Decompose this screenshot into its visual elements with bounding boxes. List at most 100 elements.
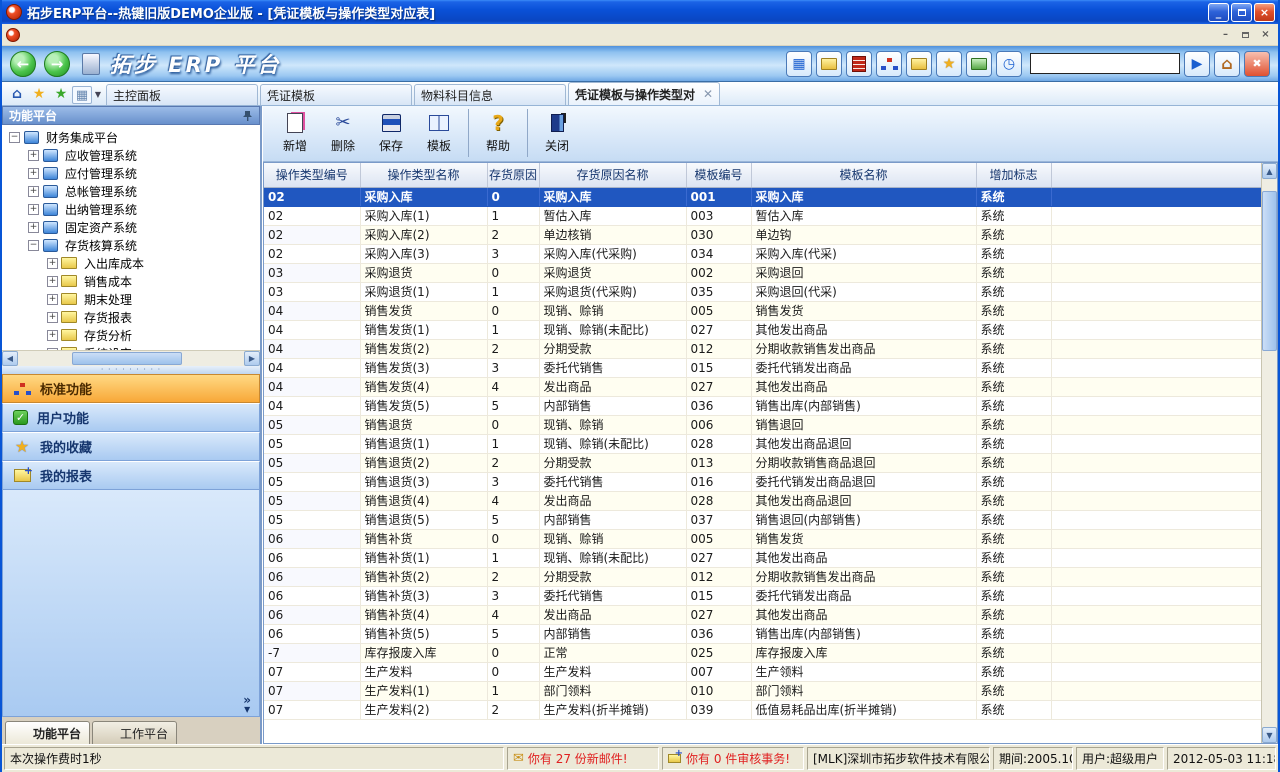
tree-item[interactable]: 销售成本 [2, 272, 244, 290]
toolbar-button[interactable]: 新增 [271, 109, 319, 157]
scroll-thumb[interactable] [72, 352, 182, 365]
nav-action-button[interactable] [1184, 51, 1210, 77]
column-header[interactable]: 操作类型名称 [360, 163, 487, 187]
nav-icon-button[interactable] [816, 51, 842, 77]
grid-row[interactable]: 05 销售退货 0 现销、赊销 006 销售退回 系统 [264, 415, 1261, 434]
grid-row[interactable]: 04 销售发货(1) 1 现销、赊销(未配比) 027 其他发出商品 系统 [264, 320, 1261, 339]
tree-expander-icon[interactable] [28, 222, 39, 233]
back-button[interactable]: ← [10, 51, 36, 77]
mdi-minimize-button[interactable]: – [1217, 27, 1234, 42]
tree-expander-icon[interactable] [47, 312, 58, 323]
nav-icon-button[interactable] [996, 51, 1022, 77]
toolbar-button[interactable]: 删除 [319, 109, 367, 157]
sidebar-group-button[interactable]: 用户功能 [2, 403, 260, 432]
sidebar-group-button[interactable]: 我的报表 [2, 461, 260, 490]
grid-row[interactable]: 06 销售补货(3) 3 委托代销售 015 委托代销发出商品 系统 [264, 586, 1261, 605]
grid-row[interactable]: 03 采购退货(1) 1 采购退货(代采购) 035 采购退回(代采) 系统 [264, 282, 1261, 301]
grid-row[interactable]: 07 生产发料(2) 2 生产发料(折半摊销) 039 低值易耗品出库(折半摊销… [264, 700, 1261, 719]
grid-row[interactable]: 06 销售补货(5) 5 内部销售 036 销售出库(内部销售) 系统 [264, 624, 1261, 643]
menu-item[interactable] [79, 33, 97, 37]
toolbar-button[interactable]: 模板 [415, 109, 463, 157]
column-header[interactable]: 模板编号 [686, 163, 751, 187]
sidebar-bottom-tab[interactable]: 工作平台 [92, 721, 177, 744]
grid-row[interactable]: 05 销售退货(4) 4 发出商品 028 其他发出商品退回 系统 [264, 491, 1261, 510]
grid-row[interactable]: 04 销售发货(2) 2 分期受款 012 分期收款销售发出商品 系统 [264, 339, 1261, 358]
scroll-left-arrow[interactable]: ◀ [2, 351, 18, 366]
toolbar-button[interactable]: 保存 [367, 109, 415, 157]
tree-expander-icon[interactable] [47, 258, 58, 269]
tree-expander-icon[interactable] [28, 186, 39, 197]
grid-row[interactable]: 02 采购入库(2) 2 单边核销 030 单边钩 系统 [264, 225, 1261, 244]
document-tab[interactable]: 主控面板 ✕ [106, 84, 258, 105]
close-button[interactable]: × [1254, 3, 1275, 22]
nav-icon-button[interactable] [966, 51, 992, 77]
tree-expander-icon[interactable] [47, 294, 58, 305]
grid-row[interactable]: 03 采购退货 0 采购退货 002 采购退回 系统 [264, 263, 1261, 282]
nav-action-button[interactable] [1244, 51, 1270, 77]
sidebar-bottom-tab[interactable]: 功能平台 [5, 721, 90, 744]
grid-row[interactable]: 04 销售发货(3) 3 委托代销售 015 委托代销发出商品 系统 [264, 358, 1261, 377]
tree-item[interactable]: 固定资产系统 [2, 218, 244, 236]
menu-item[interactable] [25, 33, 43, 37]
tree-item[interactable]: 应收管理系统 [2, 146, 244, 164]
grid-row[interactable]: 02 采购入库(1) 1 暂估入库 003 暂估入库 系统 [264, 206, 1261, 225]
nav-icon-button[interactable] [876, 51, 902, 77]
overflow-chevron-icon[interactable]: »▾ [243, 696, 251, 714]
grid-row[interactable]: 07 生产发料 0 生产发料 007 生产领料 系统 [264, 662, 1261, 681]
tree-item[interactable]: 存货核算系统 [2, 236, 244, 254]
toolbar-button[interactable]: 关闭 [527, 109, 581, 157]
scroll-down-arrow[interactable]: ▼ [1262, 727, 1277, 743]
tab-dropdown-icon[interactable]: ▼ [92, 84, 104, 104]
tab-close-icon[interactable]: ✕ [699, 87, 713, 101]
menu-item[interactable] [43, 33, 61, 37]
grid-row[interactable]: 06 销售补货(2) 2 分期受款 012 分期收款销售发出商品 系统 [264, 567, 1261, 586]
scroll-right-arrow[interactable]: ▶ [244, 351, 260, 366]
quick-search-input[interactable] [1030, 53, 1180, 74]
grid-row[interactable]: 07 生产发料(1) 1 部门领料 010 部门领料 系统 [264, 681, 1261, 700]
grid-row[interactable]: 06 销售补货(1) 1 现销、赊销(未配比) 027 其他发出商品 系统 [264, 548, 1261, 567]
tree-item[interactable]: 总帐管理系统 [2, 182, 244, 200]
menu-item[interactable] [61, 33, 79, 37]
tree-expander-icon[interactable] [28, 150, 39, 161]
sidebar-group-button[interactable]: 我的收藏 [2, 432, 260, 461]
scroll-up-arrow[interactable]: ▲ [1262, 163, 1277, 179]
grid-row[interactable]: -7 库存报废入库 0 正常 025 库存报废入库 系统 [264, 643, 1261, 662]
grid-row[interactable]: 04 销售发货(5) 5 内部销售 036 销售出库(内部销售) 系统 [264, 396, 1261, 415]
grid-row[interactable]: 05 销售退货(2) 2 分期受款 013 分期收款销售商品退回 系统 [264, 453, 1261, 472]
restore-button[interactable] [1231, 3, 1252, 22]
column-header[interactable]: 存货原因名称 [539, 163, 686, 187]
tree-item[interactable]: 存货报表 [2, 308, 244, 326]
tree-item[interactable]: 应付管理系统 [2, 164, 244, 182]
nav-icon-button[interactable] [936, 51, 962, 77]
document-tab[interactable]: 物料科目信息 ✕ [414, 84, 566, 105]
tree-horizontal-scrollbar[interactable]: ◀ ▶ [2, 350, 260, 366]
nav-icon-button[interactable] [906, 51, 932, 77]
window-list-icon[interactable]: ▦ [72, 86, 92, 104]
document-tab[interactable]: 凭证模板与操作类型对 ✕ [568, 82, 720, 105]
tree-expander-icon[interactable] [9, 132, 20, 143]
mdi-restore-button[interactable] [1237, 27, 1254, 42]
status-mail[interactable]: ✉ 你有 27 份新邮件! [507, 747, 659, 770]
scroll-thumb[interactable] [1262, 191, 1277, 351]
grid-row[interactable]: 05 销售退货(3) 3 委托代销售 016 委托代销发出商品退回 系统 [264, 472, 1261, 491]
column-header[interactable]: 增加标志 [976, 163, 1051, 187]
tree-item[interactable]: 期末处理 [2, 290, 244, 308]
sidebar-group-button[interactable]: 标准功能 [2, 374, 260, 403]
favorite-star-icon[interactable]: ★ [28, 84, 50, 104]
grid-vertical-scrollbar[interactable]: ▲ ▼ [1261, 163, 1277, 743]
sidebar-splitter[interactable] [2, 366, 260, 374]
grid-row[interactable]: 06 销售补货(4) 4 发出商品 027 其他发出商品 系统 [264, 605, 1261, 624]
grid-row[interactable]: 04 销售发货 0 现销、赊销 005 销售发货 系统 [264, 301, 1261, 320]
tree-item[interactable]: 入出库成本 [2, 254, 244, 272]
tree-expander-icon[interactable] [47, 276, 58, 287]
tree-expander-icon[interactable] [28, 204, 39, 215]
column-header[interactable]: 操作类型编号 [264, 163, 360, 187]
grid-row[interactable]: 04 销售发货(4) 4 发出商品 027 其他发出商品 系统 [264, 377, 1261, 396]
nav-icon-button[interactable] [786, 51, 812, 77]
toolbar-button[interactable]: 帮助 [468, 109, 522, 157]
tree-item[interactable]: 存货分析 [2, 326, 244, 344]
home-icon[interactable]: ⌂ [6, 84, 28, 104]
tree-item[interactable]: 出纳管理系统 [2, 200, 244, 218]
document-tab[interactable]: 凭证模板 ✕ [260, 84, 412, 105]
add-favorite-icon[interactable]: ★ [50, 84, 72, 104]
